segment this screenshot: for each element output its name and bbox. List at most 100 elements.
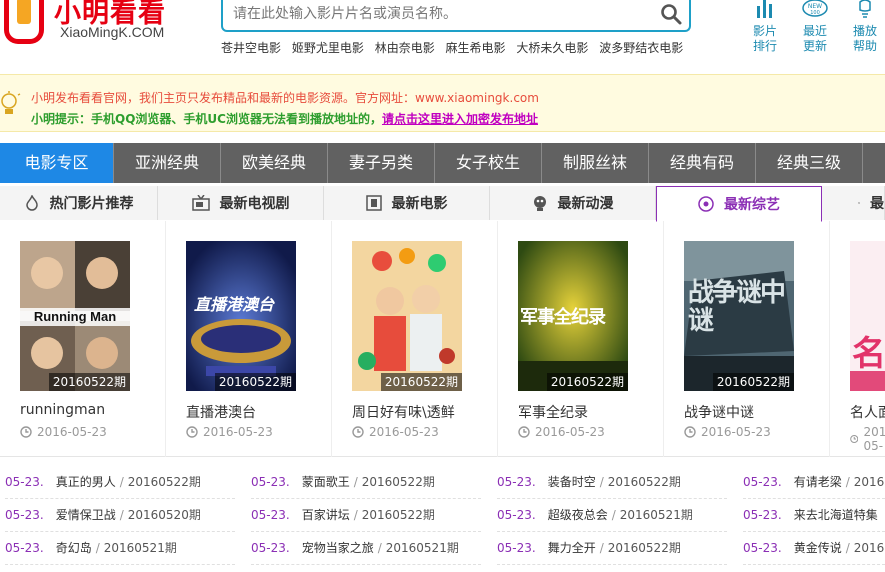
notice-bar: 小明发布看看官网，我们主页只发布精品和最新的电影资源。官方网址：www.xiao…: [0, 74, 885, 132]
update-list-column: 05-23. 装备时空/20160522期 05-23. 超级夜总会/2016052…: [497, 466, 727, 565]
tab-latest-variety[interactable]: 最新综艺: [656, 186, 822, 222]
help-icon: [859, 0, 871, 18]
encrypted-address-link[interactable]: 请点击这里进入加密发布地址: [382, 112, 538, 126]
tab-latest-tv[interactable]: 最新电视剧: [158, 186, 324, 220]
list-item[interactable]: 05-23. 黄金传说/2016: [743, 532, 885, 565]
tab-latest-anime[interactable]: 最新动漫: [490, 186, 656, 220]
poster-caption: Running Man: [33, 309, 117, 324]
list-item[interactable]: 05-23. 蒙面歌王/20160522期: [251, 466, 481, 499]
update-lists: 05-23. 真正的男人/20160522期 05-23. 爱情保卫战/201605…: [0, 466, 885, 572]
list-item[interactable]: 05-23. 真正的男人/20160522期: [5, 466, 235, 499]
tab-latest-movies[interactable]: 最新电影: [324, 186, 490, 220]
poster-zhibo: [186, 241, 296, 391]
list-item[interactable]: 05-23. 百家讲坛/20160522期: [251, 499, 481, 532]
poster-image[interactable]: Running Man 20160522期: [20, 241, 130, 391]
card-title[interactable]: runningman: [20, 402, 105, 418]
clock-icon: [186, 426, 198, 438]
list-item[interactable]: 05-23. 装备时空/20160522期: [497, 466, 727, 499]
nav-classic-rated[interactable]: 经典三级: [756, 143, 863, 183]
update-list-column: 05-23. 蒙面歌王/20160522期 05-23. 百家讲坛/20160522…: [251, 466, 481, 565]
svg-text:100: 100: [810, 10, 820, 16]
tv-icon: [191, 195, 210, 211]
notice-tip: 小明提示：手机QQ浏览器、手机UC浏览器无法看到播放地址的，请点击这里进入加密发…: [31, 112, 538, 126]
list-item[interactable]: 05-23. 宠物当家之旅/20160521期: [251, 532, 481, 565]
hot-link[interactable]: 姬野尤里电影: [292, 41, 364, 55]
tab-more[interactable]: 最: [822, 186, 885, 220]
ranking-link[interactable]: 影片 排行: [745, 0, 785, 54]
card-title[interactable]: 直播港澳台: [186, 402, 256, 422]
poster-caption: 名: [852, 334, 885, 374]
clock-icon: [518, 426, 530, 438]
site-header: 小明看看 XiaoMingK.COM 苍井空电影 姬野尤里电影 林由奈电影 麻生…: [0, 0, 885, 70]
chart-icon: [757, 0, 772, 18]
hot-link[interactable]: 苍井空电影: [221, 41, 281, 55]
nav-classic-coded[interactable]: 经典有码: [649, 143, 756, 183]
list-item[interactable]: 05-23. 奇幻岛/20160521期: [5, 532, 235, 565]
tab-hot-recommend[interactable]: 热门影片推荐: [0, 186, 158, 220]
search-box: [221, 0, 691, 32]
card-date: 2016-05-23: [518, 425, 605, 439]
update-list-column: 05-23. 有请老梁/2016 05-23. 来去北海道特集 05-23. 黄金传说…: [743, 466, 885, 565]
episode-badge: 20160522期: [48, 373, 130, 391]
clock-icon: [352, 426, 364, 438]
update-list-column: 05-23. 真正的男人/20160522期 05-23. 爱情保卫战/201605…: [5, 466, 235, 565]
notice-official: 小明发布看看官网，我们主页只发布精品和最新的电影资源。官方网址：www.xiao…: [31, 91, 539, 105]
poster-image[interactable]: 直播港澳台 20160522期: [186, 241, 296, 391]
video-card[interactable]: 军事全纪录 20160522期 军事全纪录 2016-05-23: [498, 221, 664, 457]
hot-link[interactable]: 麻生希电影: [446, 41, 506, 55]
hot-link[interactable]: 波多野结衣电影: [599, 41, 683, 55]
card-title[interactable]: 战争谜中谜: [684, 402, 754, 422]
recent-updates-link[interactable]: NEW 100 最近 更新: [795, 0, 835, 54]
clock-icon: [850, 434, 859, 444]
list-item[interactable]: 05-23. 有请老梁/2016: [743, 466, 885, 499]
poster-caption: 军事全纪录: [520, 307, 606, 328]
film-icon: [365, 195, 382, 211]
top-shortcuts: 影片 排行 NEW 100 最近 更新 播放 帮助: [740, 0, 885, 60]
episode-badge: 20160522期: [380, 373, 462, 391]
poster-caption: 直播港澳台: [194, 295, 275, 314]
search-icon[interactable]: [659, 2, 683, 26]
poster-image[interactable]: 20160522期: [352, 241, 462, 391]
site-logo[interactable]: 小明看看 XiaoMingK.COM: [0, 0, 200, 46]
variety-posters: Running Man 20160522期 runningman 2016-05…: [0, 221, 885, 457]
poster-image[interactable]: 战争谜中谜 20160522期: [684, 241, 794, 391]
phone-logo-icon: [4, 0, 44, 44]
list-item[interactable]: 05-23. 舞力全开/20160522期: [497, 532, 727, 565]
video-card[interactable]: 战争谜中谜 20160522期 战争谜中谜 2016-05-23: [664, 221, 830, 457]
hot-search-links: 苍井空电影 姬野尤里电影 林由奈电影 麻生希电影 大桥未久电影 波多野结衣电影: [221, 39, 690, 56]
anime-icon: [533, 196, 546, 211]
card-title[interactable]: 军事全纪录: [518, 402, 588, 422]
card-title[interactable]: 周日好有味\透鲜: [352, 402, 455, 422]
fire-icon: [25, 195, 38, 211]
poster-caption: 战争谜中谜: [688, 278, 786, 336]
list-item[interactable]: 05-23. 来去北海道特集: [743, 499, 885, 532]
hot-link[interactable]: 林由奈电影: [375, 41, 435, 55]
search-input[interactable]: [233, 3, 653, 25]
list-item[interactable]: 05-23. 爱情保卫战/20160520期: [5, 499, 235, 532]
lightbulb-icon: [1, 91, 21, 114]
nav-asian-classic[interactable]: 亚洲经典: [114, 143, 221, 183]
official-url-link[interactable]: www.xiaomingk.com: [415, 91, 539, 105]
tag-icon: [858, 202, 860, 204]
video-card[interactable]: 名 名人面 2016-05-: [830, 221, 885, 457]
clock-icon: [684, 426, 696, 438]
list-item[interactable]: 05-23. 超级夜总会/20160521期: [497, 499, 727, 532]
hot-link[interactable]: 大桥未久电影: [516, 41, 588, 55]
clock-icon: [20, 426, 32, 438]
card-title[interactable]: 名人面: [850, 402, 885, 422]
nav-wife[interactable]: 妻子另类: [328, 143, 435, 183]
video-card[interactable]: 20160522期 周日好有味\透鲜 2016-05-23: [332, 221, 498, 457]
play-help-link[interactable]: 播放 帮助: [845, 0, 885, 54]
card-date: 2016-05-: [850, 425, 885, 453]
poster-image[interactable]: 军事全纪录 20160522期: [518, 241, 628, 391]
poster-image[interactable]: 名: [850, 241, 885, 391]
nav-western-classic[interactable]: 欧美经典: [221, 143, 328, 183]
content-tabs: 热门影片推荐 最新电视剧 最新电影 最新动漫 最新综艺 最: [0, 186, 885, 222]
video-card[interactable]: Running Man 20160522期 runningman 2016-05…: [0, 221, 166, 457]
card-date: 2016-05-23: [684, 425, 771, 439]
video-card[interactable]: 直播港澳台 20160522期 直播港澳台 2016-05-23: [166, 221, 332, 457]
main-nav: 电影专区 亚洲经典 欧美经典 妻子另类 女子校生 制服丝袜 经典有码 经典三级: [0, 143, 885, 183]
nav-movie-zone[interactable]: 电影专区: [0, 143, 114, 183]
nav-school[interactable]: 女子校生: [435, 143, 542, 183]
nav-uniform[interactable]: 制服丝袜: [542, 143, 649, 183]
